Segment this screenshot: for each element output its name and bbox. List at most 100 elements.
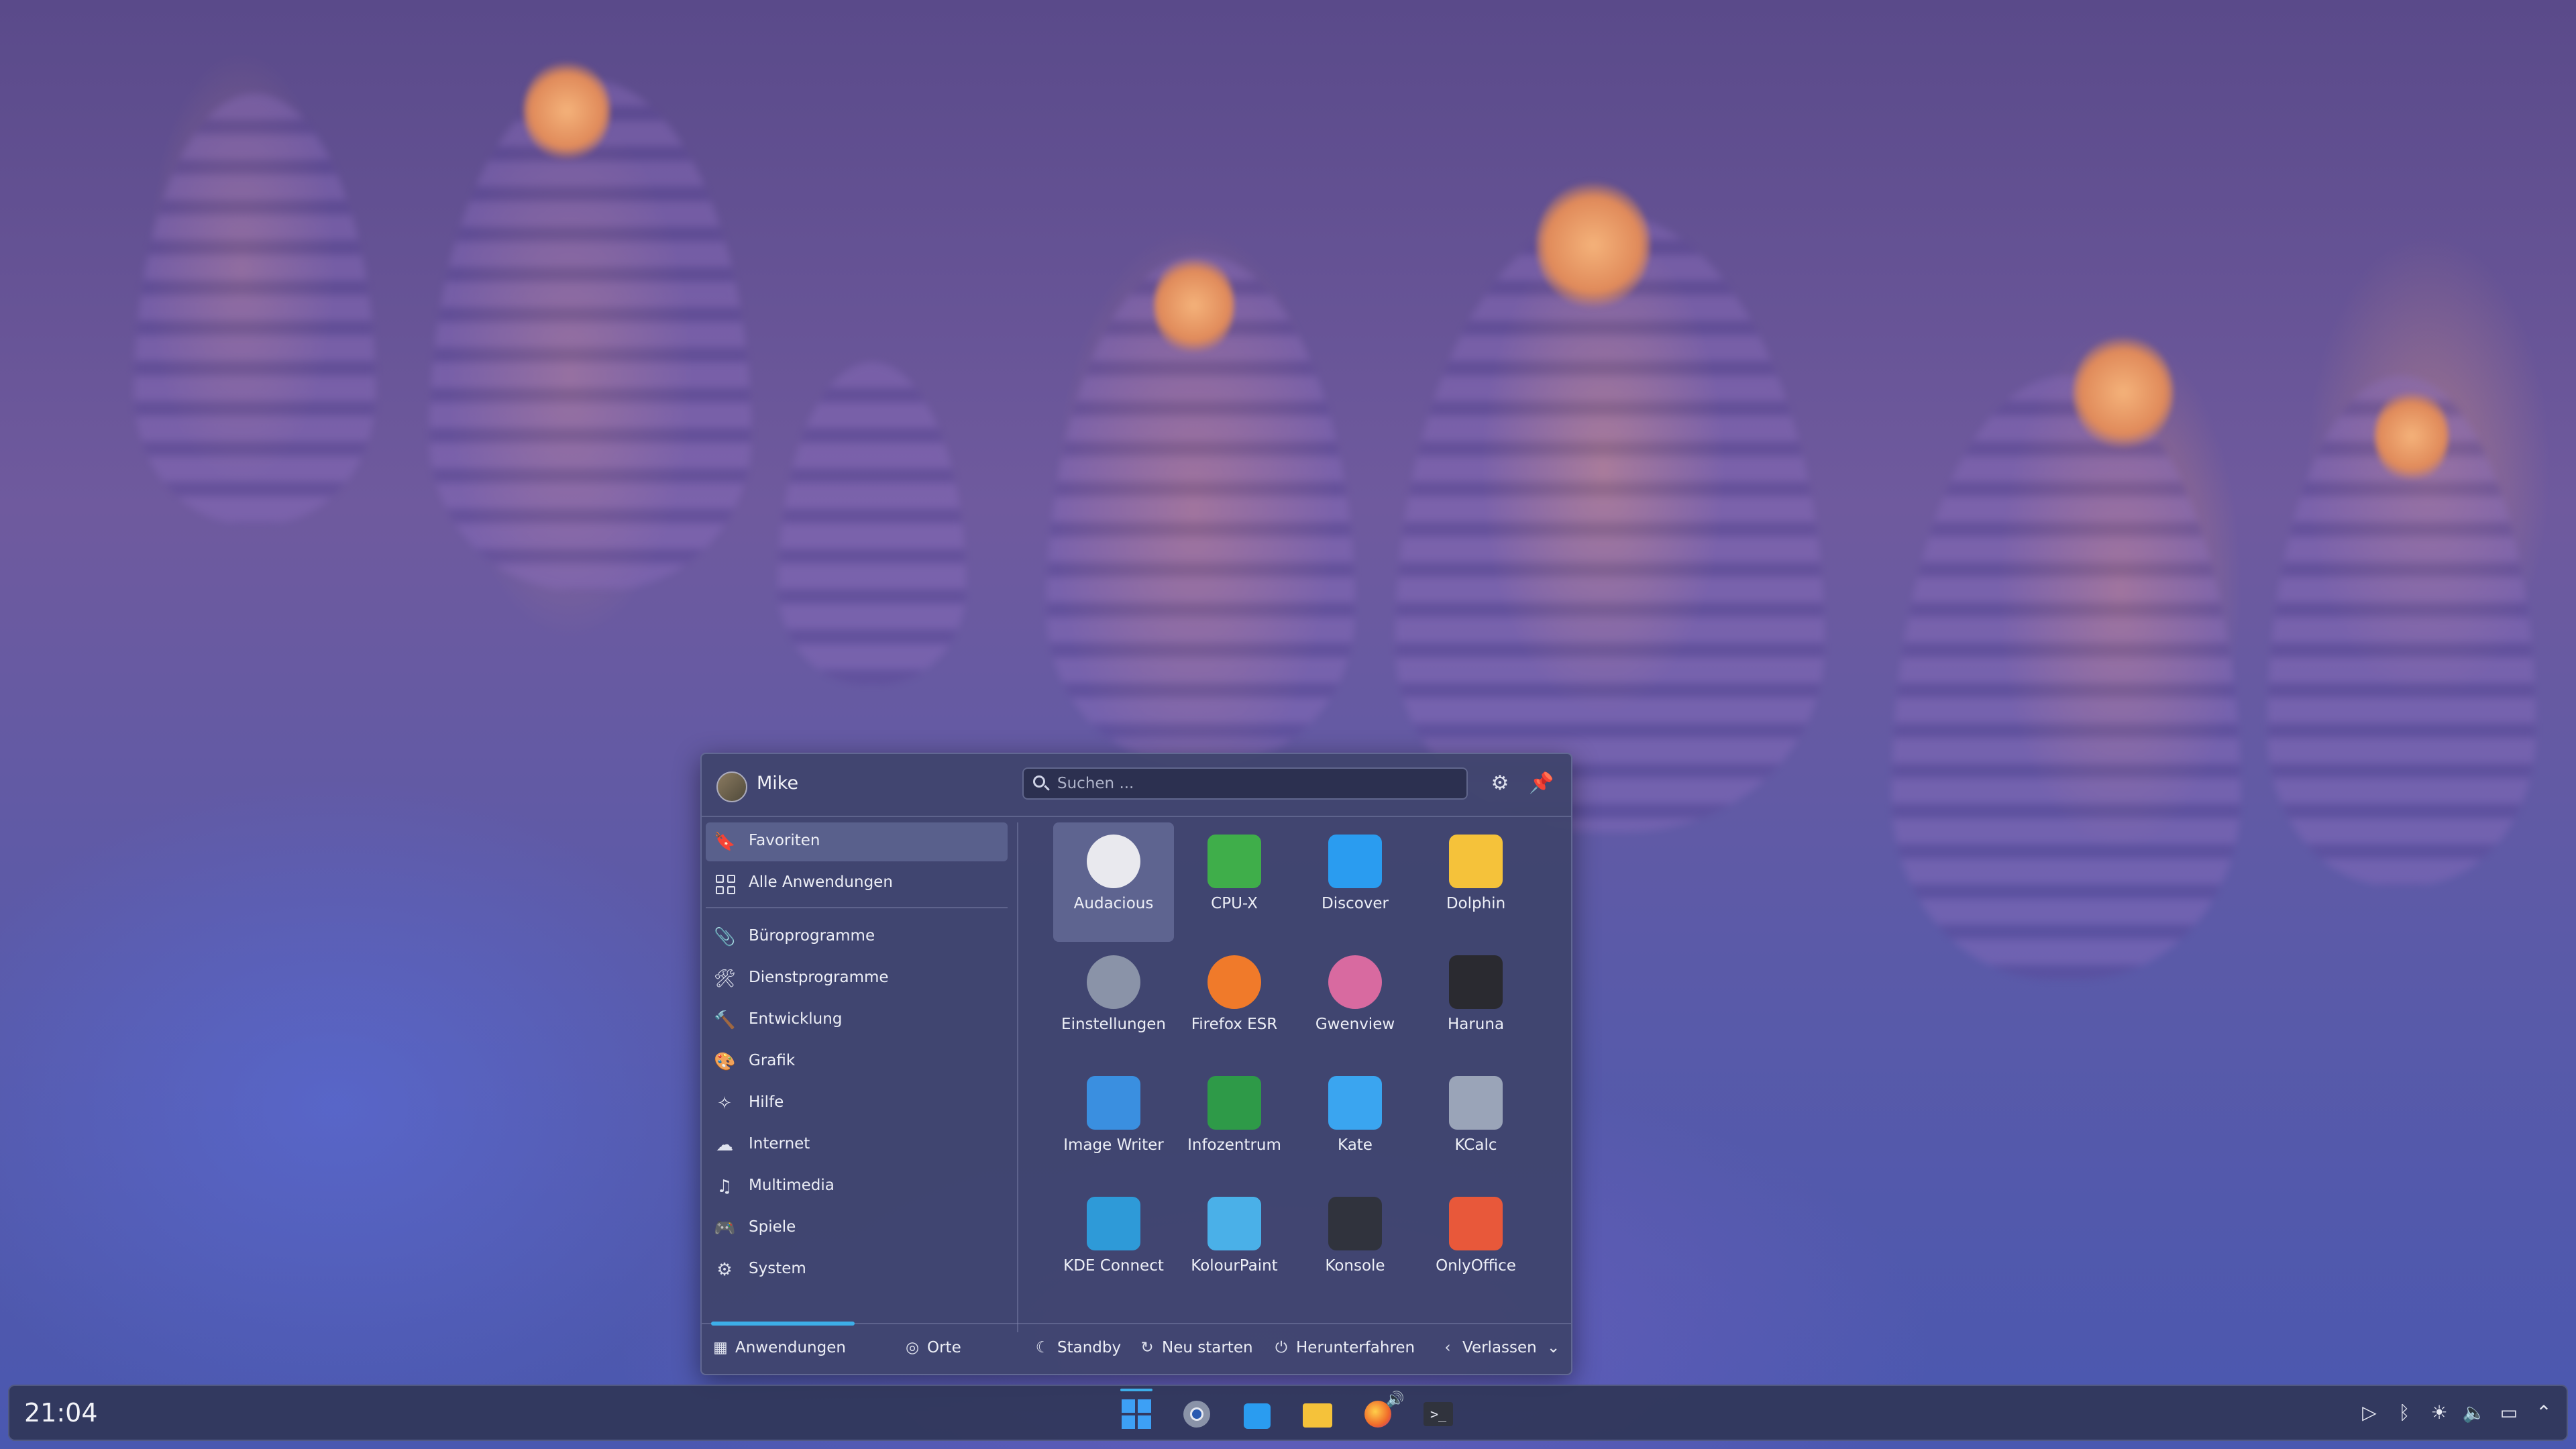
standby-button[interactable]: ☾ Standby: [1033, 1339, 1121, 1356]
app-name: Image Writer: [1063, 1136, 1164, 1154]
hammer-icon: 🔨: [714, 1010, 736, 1030]
discover-icon: [1328, 835, 1382, 888]
sidebar-item-graphics[interactable]: 🎨 Grafik: [706, 1042, 1008, 1081]
app-tile[interactable]: Infozentrum: [1174, 1064, 1295, 1183]
app-tile[interactable]: Konsole: [1295, 1185, 1415, 1304]
sidebar-item-internet[interactable]: ☁ Internet: [706, 1126, 1008, 1165]
grid-icon: ▦: [713, 1339, 728, 1356]
chevron-up-icon[interactable]: ⌃: [2532, 1401, 2556, 1425]
app-tile[interactable]: KCalc: [1415, 1064, 1536, 1183]
palette-icon: [1208, 1197, 1261, 1250]
button-label: Neu starten: [1162, 1339, 1253, 1356]
button-label: Herunterfahren: [1296, 1339, 1415, 1356]
audacious-icon: [1087, 835, 1140, 888]
leave-button[interactable]: ‹ Verlassen ⌄: [1438, 1339, 1560, 1356]
search-icon: [1033, 775, 1045, 788]
sidebar-item-label: System: [749, 1260, 806, 1277]
firefox-icon[interactable]: 🔊: [1359, 1391, 1404, 1433]
kate-icon: [1328, 1076, 1382, 1130]
app-name: Dolphin: [1446, 895, 1506, 912]
audio-playing-icon: 🔊: [1386, 1391, 1405, 1408]
leave-icon: ‹: [1444, 1339, 1451, 1356]
app-tile[interactable]: Kate: [1295, 1064, 1415, 1183]
chevron-down-icon: ⌄: [1547, 1339, 1560, 1356]
app-name: Firefox ESR: [1191, 1016, 1278, 1033]
restart-icon: ↻: [1140, 1339, 1154, 1356]
sidebar-item-games[interactable]: 🎮 Spiele: [706, 1209, 1008, 1248]
shutdown-button[interactable]: ⏻ Herunterfahren: [1272, 1339, 1415, 1356]
tab-label: Anwendungen: [735, 1339, 846, 1356]
tab-places[interactable]: ◎ Orte: [903, 1339, 961, 1356]
terminal-icon: [1328, 1197, 1382, 1250]
button-label: Standby: [1057, 1339, 1122, 1356]
launcher-icon[interactable]: [1118, 1389, 1155, 1433]
cloud-icon: ☁: [716, 1135, 733, 1155]
gamepad-icon: 🎮: [714, 1218, 736, 1238]
sidebar-item-label: Grafik: [749, 1052, 796, 1069]
compass-icon: ◎: [905, 1339, 920, 1356]
brightness-icon[interactable]: ☀: [2427, 1401, 2451, 1425]
moon-icon: ☾: [1035, 1339, 1050, 1356]
user-avatar[interactable]: [716, 771, 747, 802]
konsole-icon[interactable]: >_: [1419, 1395, 1457, 1433]
sidebar-item-label: Hilfe: [749, 1093, 784, 1111]
media-play-icon[interactable]: ▷: [2357, 1401, 2381, 1425]
sidebar-item-office[interactable]: 📎 Büroprogramme: [706, 918, 1008, 957]
app-tile[interactable]: Image Writer: [1053, 1064, 1174, 1183]
sidebar-item-label: Spiele: [749, 1218, 796, 1236]
app-tile[interactable]: Haruna: [1415, 943, 1536, 1063]
app-tile[interactable]: KDE Connect: [1053, 1185, 1174, 1304]
app-tile[interactable]: Audacious: [1053, 822, 1174, 942]
sidebar-item-help[interactable]: ✧ Hilfe: [706, 1084, 1008, 1123]
app-tile[interactable]: Discover: [1295, 822, 1415, 942]
sidebar-item-label: Internet: [749, 1135, 810, 1152]
search-field[interactable]: Suchen ...: [1022, 767, 1468, 800]
wallpaper-cone: [1395, 215, 1825, 832]
application-launcher: Mike Suchen ... ⚙ 📌 🔖 Favoriten Alle Anw…: [700, 753, 1572, 1375]
sidebar-item-all-applications[interactable]: Alle Anwendungen: [706, 864, 1008, 903]
app-tile[interactable]: KolourPaint: [1174, 1185, 1295, 1304]
launcher-divider: [1017, 822, 1018, 1332]
sidebar-item-label: Favoriten: [749, 832, 820, 849]
wallpaper-cone: [429, 80, 751, 590]
dolphin-folder-icon: [1449, 835, 1503, 888]
app-tile[interactable]: Firefox ESR: [1174, 943, 1295, 1063]
settings-icon[interactable]: [1178, 1395, 1216, 1433]
app-name: Kate: [1338, 1136, 1373, 1154]
gwenview-icon: [1328, 955, 1382, 1009]
user-name[interactable]: Mike: [757, 773, 798, 794]
pin-icon[interactable]: 📌: [1528, 770, 1555, 797]
app-tile[interactable]: OnlyOffice: [1415, 1185, 1536, 1304]
help-icon: ✧: [717, 1093, 732, 1114]
sidebar-item-multimedia[interactable]: ♫ Multimedia: [706, 1167, 1008, 1206]
sidebar-item-favorites[interactable]: 🔖 Favoriten: [706, 822, 1008, 861]
wallpaper-cone: [778, 362, 966, 684]
app-name: Infozentrum: [1187, 1136, 1281, 1154]
sidebar-item-utilities[interactable]: 🛠 Dienstprogramme: [706, 959, 1008, 998]
utilities-icon: 🛠: [714, 969, 737, 989]
discover-icon[interactable]: [1238, 1395, 1276, 1433]
wallpaper-glow: [1154, 255, 1234, 356]
taskbar: 21:04 🔊 >_ ▷ ᛒ ☀ 🔈 ▭ ⌃: [8, 1385, 2568, 1441]
bookmark-icon: 🔖: [714, 832, 736, 852]
app-tile[interactable]: Gwenview: [1295, 943, 1415, 1063]
bluetooth-icon[interactable]: ᛒ: [2392, 1401, 2416, 1425]
sidebar-item-development[interactable]: 🔨 Entwicklung: [706, 1001, 1008, 1040]
configure-gear-icon[interactable]: ⚙: [1487, 770, 1513, 797]
dolphin-icon[interactable]: [1299, 1395, 1336, 1433]
tab-applications[interactable]: ▦ Anwendungen: [711, 1339, 846, 1356]
sidebar-item-system[interactable]: ⚙ System: [706, 1250, 1008, 1289]
app-name: CPU-X: [1211, 895, 1258, 912]
app-tile[interactable]: CPU-X: [1174, 822, 1295, 942]
paperclip-icon: 📎: [714, 927, 736, 947]
usb-stick-icon: [1087, 1076, 1140, 1130]
app-name: Haruna: [1447, 1016, 1505, 1033]
clock[interactable]: 21:04: [24, 1398, 98, 1428]
app-tile[interactable]: Dolphin: [1415, 822, 1536, 942]
restart-button[interactable]: ↻ Neu starten: [1138, 1339, 1253, 1356]
network-icon[interactable]: ▭: [2497, 1401, 2521, 1425]
cpu-x-icon: [1208, 835, 1261, 888]
app-name: KDE Connect: [1063, 1257, 1164, 1275]
volume-icon[interactable]: 🔈: [2462, 1401, 2486, 1425]
app-tile[interactable]: Einstellungen: [1053, 943, 1174, 1063]
